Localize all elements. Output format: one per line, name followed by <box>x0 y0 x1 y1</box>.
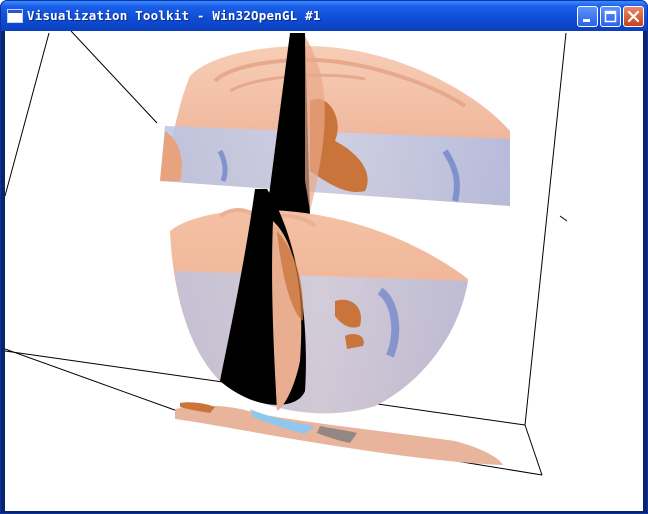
window-title: Visualization Toolkit - Win32OpenGL #1 <box>27 8 321 23</box>
maximize-button[interactable] <box>600 6 621 27</box>
close-button[interactable] <box>623 6 644 27</box>
upper-brain-slab <box>160 33 510 216</box>
minimize-icon <box>583 19 590 22</box>
vtk-render-window: Visualization Toolkit - Win32OpenGL #1 <box>0 0 648 514</box>
3d-scene[interactable] <box>5 31 643 511</box>
minimize-button[interactable] <box>577 6 598 27</box>
lower-brain-slab <box>170 189 468 414</box>
close-icon <box>627 10 640 23</box>
maximize-icon <box>604 10 617 23</box>
title-bar[interactable]: Visualization Toolkit - Win32OpenGL #1 <box>1 1 647 31</box>
vtk-window-icon[interactable] <box>7 9 23 23</box>
render-viewport[interactable] <box>5 31 643 511</box>
